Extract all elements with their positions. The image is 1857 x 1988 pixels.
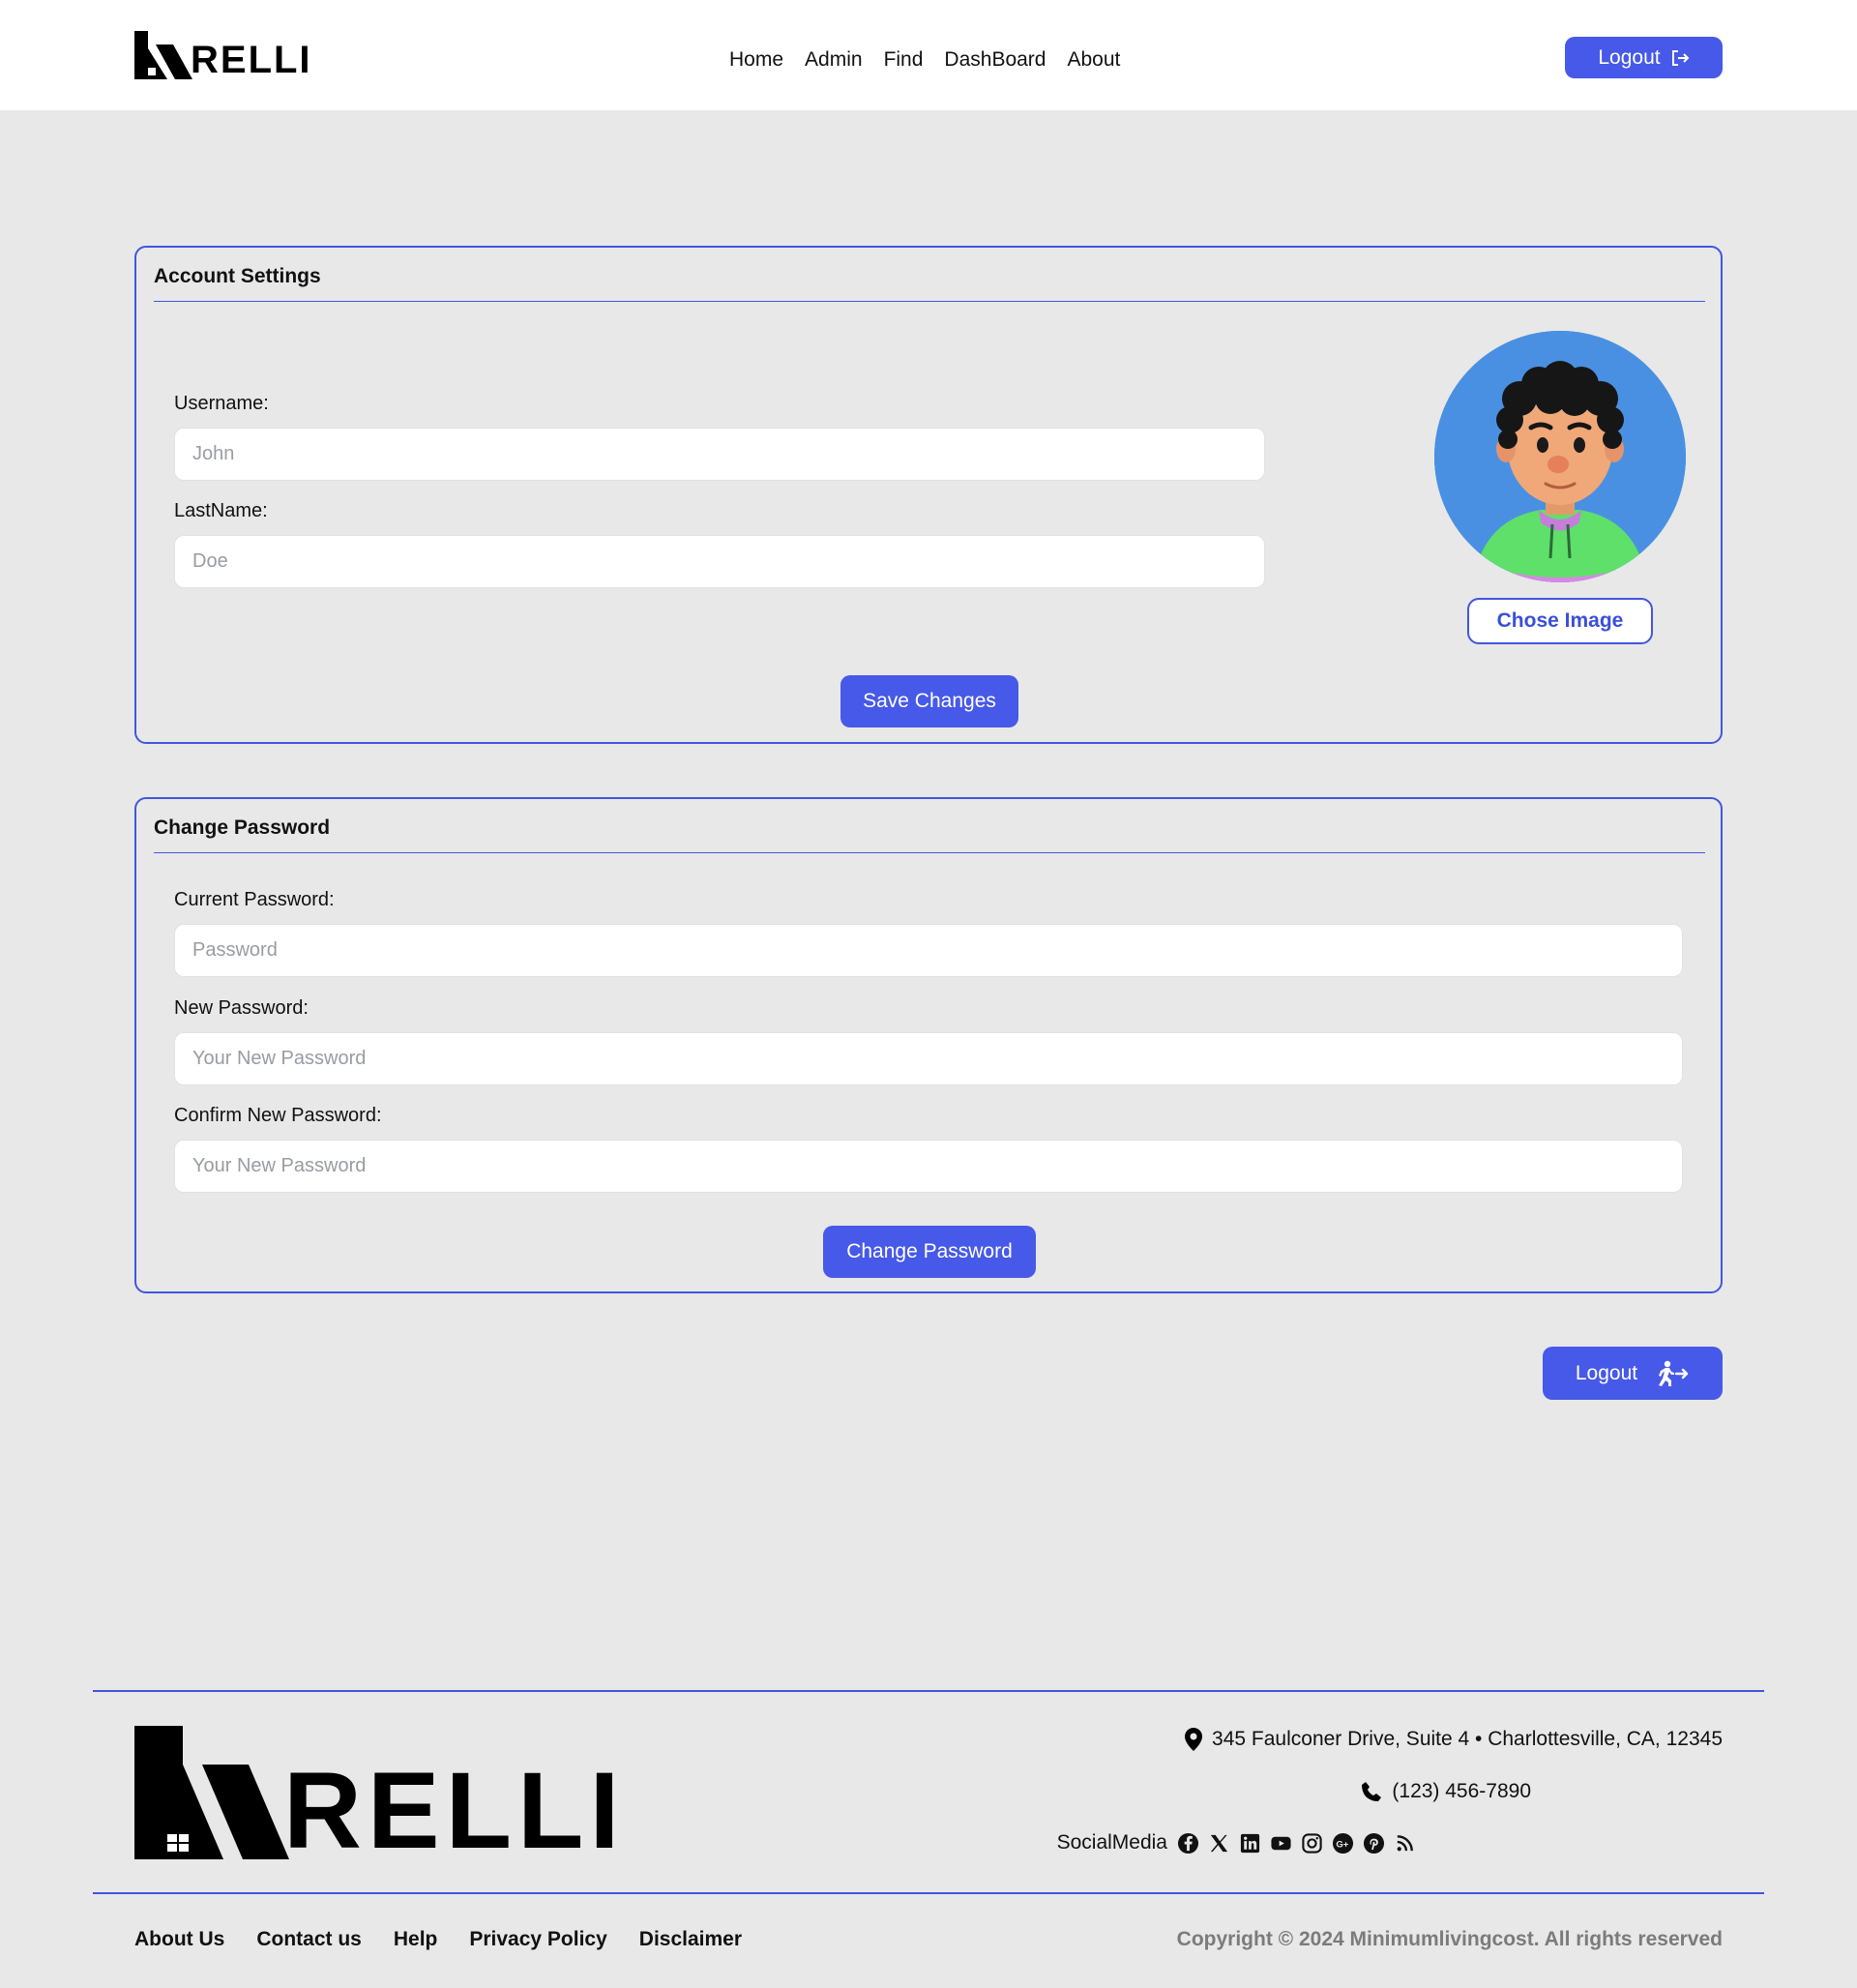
logo-mark-icon	[134, 1726, 289, 1859]
footer-link-disclaimer[interactable]: Disclaimer	[639, 1928, 742, 1951]
footer-links: About Us Contact us Help Privacy Policy …	[134, 1928, 742, 1951]
social-icons: G+	[1177, 1832, 1416, 1854]
location-pin-icon	[1185, 1728, 1203, 1751]
logo-text: RELLI	[191, 39, 312, 81]
footer-link-about-us[interactable]: About Us	[134, 1928, 224, 1951]
nav-about[interactable]: About	[1067, 48, 1120, 72]
instagram-icon[interactable]	[1301, 1832, 1323, 1854]
nav-dashboard[interactable]: DashBoard	[944, 48, 1046, 72]
change-password-title: Change Password	[154, 816, 331, 839]
confirm-password-input[interactable]	[174, 1140, 1683, 1193]
logout-label: Logout	[1575, 1361, 1638, 1384]
header: RELLI Home Admin Find DashBoard About Lo…	[0, 0, 1857, 110]
pinterest-icon[interactable]	[1363, 1832, 1385, 1854]
address-text: 345 Faulconer Drive, Suite 4 • Charlotte…	[1212, 1728, 1723, 1750]
youtube-icon[interactable]	[1270, 1832, 1292, 1854]
copyright: Copyright © 2024 Minimumlivingcost. All …	[1176, 1928, 1723, 1950]
logout-icon	[1671, 49, 1690, 66]
address: 345 Faulconer Drive, Suite 4 • Charlotte…	[1185, 1728, 1723, 1751]
phone-icon	[1362, 1782, 1382, 1801]
username-input[interactable]	[174, 428, 1265, 481]
main-nav: Home Admin Find DashBoard About	[729, 48, 1120, 72]
username-label: Username:	[174, 393, 269, 414]
save-changes-button[interactable]: Save Changes	[840, 675, 1018, 727]
logout-label: Logout	[1598, 45, 1661, 69]
divider	[154, 301, 1705, 302]
footer-link-help[interactable]: Help	[394, 1928, 438, 1951]
social-label: SocialMedia	[1056, 1831, 1167, 1854]
linkedin-icon[interactable]	[1239, 1832, 1261, 1854]
new-password-label: New Password:	[174, 997, 309, 1019]
logout-button-bottom[interactable]: Logout	[1543, 1347, 1723, 1400]
phone-text[interactable]: (123) 456-7890	[1392, 1780, 1531, 1803]
confirm-password-label: Confirm New Password:	[174, 1105, 382, 1126]
logo[interactable]: RELLI	[134, 29, 312, 79]
logo-mark-icon	[134, 31, 192, 79]
footer-divider	[93, 1892, 1764, 1894]
account-settings-card: Account Settings Username: LastName:	[134, 246, 1723, 744]
svg-text:G+: G+	[1336, 1839, 1348, 1850]
google-plus-icon[interactable]: G+	[1332, 1832, 1354, 1854]
footer-divider	[93, 1690, 1764, 1692]
footer-link-contact-us[interactable]: Contact us	[256, 1928, 362, 1951]
avatar-illustration	[1434, 331, 1686, 582]
x-icon[interactable]	[1208, 1832, 1230, 1854]
phone: (123) 456-7890	[1361, 1780, 1531, 1803]
avatar	[1434, 331, 1686, 582]
lastname-label: LastName:	[174, 500, 268, 521]
social-media: SocialMedia G+	[1057, 1831, 1416, 1854]
new-password-input[interactable]	[174, 1032, 1683, 1085]
current-password-input[interactable]	[174, 924, 1683, 977]
divider	[154, 852, 1705, 853]
change-password-card: Change Password Current Password: New Pa…	[134, 797, 1723, 1293]
footer-logo[interactable]: RELLI	[134, 1726, 626, 1871]
lastname-input[interactable]	[174, 535, 1265, 588]
logout-button-top[interactable]: Logout	[1565, 37, 1723, 78]
choose-image-button[interactable]: Chose Image	[1467, 598, 1653, 644]
nav-home[interactable]: Home	[729, 48, 783, 72]
footer-link-privacy-policy[interactable]: Privacy Policy	[469, 1928, 606, 1951]
facebook-icon[interactable]	[1177, 1832, 1199, 1854]
nav-find[interactable]: Find	[884, 48, 924, 72]
nav-admin[interactable]: Admin	[805, 48, 863, 72]
account-settings-title: Account Settings	[154, 265, 321, 287]
current-password-label: Current Password:	[174, 889, 335, 910]
exit-running-icon	[1659, 1360, 1689, 1386]
change-password-button[interactable]: Change Password	[823, 1226, 1036, 1278]
footer-logo-text: RELLI	[283, 1750, 626, 1871]
rss-icon[interactable]	[1394, 1832, 1416, 1854]
